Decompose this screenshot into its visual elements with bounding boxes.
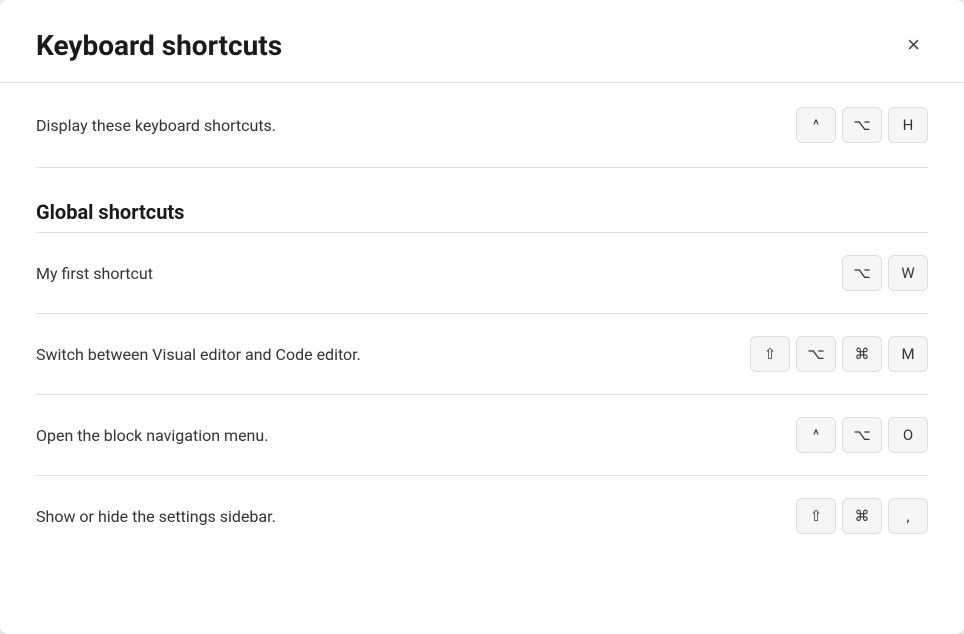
shortcut-label-2: Open the block navigation menu.: [36, 426, 268, 445]
key-badge-ctrl-2: ^: [796, 417, 836, 453]
key-badge-alt-1: ⌥: [796, 336, 836, 372]
shortcut-keys-1: ⇧ ⌥ ⌘ M: [750, 336, 928, 372]
shortcut-label-3: Show or hide the settings sidebar.: [36, 507, 276, 526]
key-badge-m-1: M: [888, 336, 928, 372]
key-badge-shift-3: ⇧: [796, 498, 836, 534]
modal-header: Keyboard shortcuts ×: [0, 0, 964, 83]
key-badge-alt-0: ⌥: [842, 255, 882, 291]
shortcut-label-1: Switch between Visual editor and Code ed…: [36, 345, 361, 364]
key-badge-ctrl: ^: [796, 107, 836, 143]
shortcut-row-3: Show or hide the settings sidebar. ⇧ ⌘ ,: [36, 475, 928, 556]
key-badge-o-2: O: [888, 417, 928, 453]
shortcut-keys-2: ^ ⌥ O: [796, 417, 928, 453]
shortcut-keys-0: ⌥ W: [842, 255, 928, 291]
global-shortcuts-title: Global shortcuts: [36, 168, 928, 232]
shortcut-row-1: Switch between Visual editor and Code ed…: [36, 313, 928, 394]
display-shortcut-label: Display these keyboard shortcuts.: [36, 116, 276, 135]
key-badge-comma-3: ,: [888, 498, 928, 534]
key-badge-cmd-1: ⌘: [842, 336, 882, 372]
key-badge-cmd-3: ⌘: [842, 498, 882, 534]
key-badge-alt: ⌥: [842, 107, 882, 143]
keyboard-shortcuts-modal: Keyboard shortcuts × Display these keybo…: [0, 0, 964, 634]
key-badge-alt-2: ⌥: [842, 417, 882, 453]
modal-body: Display these keyboard shortcuts. ^ ⌥ H …: [0, 83, 964, 556]
display-shortcut-keys: ^ ⌥ H: [796, 107, 928, 143]
key-badge-h: H: [888, 107, 928, 143]
shortcut-row-0: My first shortcut ⌥ W: [36, 232, 928, 313]
shortcut-keys-3: ⇧ ⌘ ,: [796, 498, 928, 534]
key-badge-shift-1: ⇧: [750, 336, 790, 372]
close-button[interactable]: ×: [899, 28, 928, 62]
shortcut-row-2: Open the block navigation menu. ^ ⌥ O: [36, 394, 928, 475]
key-badge-w-0: W: [888, 255, 928, 291]
modal-title: Keyboard shortcuts: [36, 29, 282, 62]
display-shortcut-row: Display these keyboard shortcuts. ^ ⌥ H: [36, 83, 928, 168]
shortcut-label-0: My first shortcut: [36, 264, 153, 283]
